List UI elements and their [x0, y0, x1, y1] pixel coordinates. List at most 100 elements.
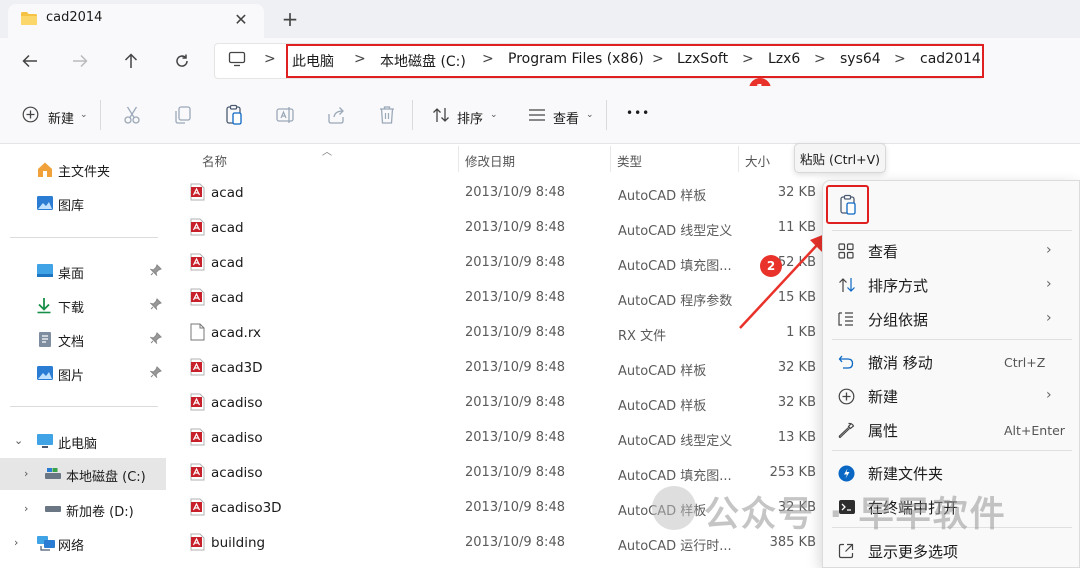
tab-title: cad2014	[46, 10, 103, 25]
sidebar-item-local-disk-c[interactable]: › 本地磁盘 (C:)	[0, 458, 166, 490]
autocad-file-icon	[190, 498, 205, 516]
refresh-button[interactable]	[168, 50, 196, 72]
breadcrumb-local-disk-c[interactable]: 本地磁盘 (C:)	[380, 51, 466, 71]
chevron-right-icon[interactable]: ›	[14, 536, 18, 549]
paste-tooltip: 粘贴 (Ctrl+V)	[794, 143, 886, 173]
sidebar-item-downloads[interactable]: 下载	[0, 290, 168, 320]
sort-button[interactable]: 排序	[457, 108, 483, 127]
toolbar-divider	[100, 100, 101, 130]
view-icon[interactable]	[528, 109, 546, 121]
breadcrumb-program-files-x86[interactable]: Program Files (x86)	[508, 51, 644, 67]
paste-icon[interactable]	[224, 104, 244, 126]
menu-item-view[interactable]: 查看 ›	[824, 234, 1078, 268]
file-size: 32 KB	[777, 185, 816, 200]
share-icon[interactable]	[326, 105, 346, 125]
copy-icon[interactable]	[173, 105, 193, 125]
autocad-file-icon	[190, 393, 205, 411]
menu-item-new[interactable]: 新建 ›	[824, 379, 1078, 413]
up-button[interactable]	[117, 50, 145, 72]
file-name: acad.rx	[211, 325, 262, 341]
pin-icon[interactable]	[150, 366, 162, 378]
breadcrumb-cad2014[interactable]: cad2014	[920, 51, 981, 67]
chevron-right-icon[interactable]: ›	[24, 467, 28, 480]
see-more-button[interactable]: •••	[626, 106, 650, 120]
menu-item-label: 分组依据	[868, 311, 929, 329]
breadcrumb-sys64[interactable]: sys64	[840, 51, 881, 67]
breadcrumb-lzxsoft[interactable]: LzxSoft	[677, 51, 728, 67]
sidebar-item-gallery[interactable]: 图库	[0, 188, 168, 218]
menu-item-sort-by[interactable]: 排序方式 ›	[824, 268, 1078, 302]
sidebar-item-desktop[interactable]: 桌面	[0, 256, 168, 286]
column-header-size[interactable]: 大小	[745, 151, 770, 170]
sidebar-item-new-volume-d[interactable]: › 新加卷 (D:)	[0, 494, 168, 524]
chevron-right-icon: ›	[1046, 310, 1052, 326]
new-button[interactable]: 新建	[48, 108, 74, 127]
sort-icon[interactable]	[432, 107, 450, 123]
menu-item-new-folder[interactable]: 新建文件夹	[824, 456, 1078, 490]
breadcrumb-separator[interactable]: >	[814, 51, 826, 67]
breadcrumb-separator[interactable]: >	[482, 51, 494, 67]
breadcrumb-separator[interactable]: >	[354, 51, 366, 67]
file-name: acad3D	[211, 360, 263, 376]
file-date: 2013/10/9 8:48	[465, 500, 565, 515]
menu-item-label: 显示更多选项	[868, 543, 959, 561]
chevron-right-icon[interactable]: ›	[24, 502, 28, 515]
tab-close-button[interactable]: ✕	[230, 8, 252, 30]
drive-icon	[44, 504, 62, 514]
file-date: 2013/10/9 8:48	[465, 290, 565, 305]
breadcrumb-this-pc[interactable]: 此电脑	[292, 51, 334, 71]
chevron-down-icon: ⌄	[80, 110, 88, 120]
sidebar-item-label: 网络	[58, 539, 85, 554]
pin-icon[interactable]	[150, 298, 162, 310]
documents-icon	[37, 331, 53, 348]
menu-divider	[832, 230, 1072, 231]
breadcrumb-separator[interactable]: >	[742, 51, 754, 67]
sidebar-item-this-pc[interactable]: ⌄ 此电脑	[0, 426, 168, 456]
delete-icon[interactable]	[378, 105, 396, 125]
cut-icon[interactable]	[122, 105, 142, 125]
file-size: 32 KB	[777, 360, 816, 375]
pin-icon[interactable]	[150, 264, 162, 276]
column-header-date[interactable]: 修改日期	[465, 151, 515, 170]
new-tab-button[interactable]: +	[278, 7, 302, 31]
back-button[interactable]	[16, 50, 44, 72]
column-separator[interactable]	[738, 146, 739, 172]
menu-item-group-by[interactable]: 分组依据 ›	[824, 302, 1078, 336]
computer-icon[interactable]	[228, 51, 246, 67]
menu-item-properties[interactable]: 属性 Alt+Enter	[824, 413, 1078, 447]
group-icon	[838, 311, 854, 327]
network-icon	[36, 535, 56, 551]
sidebar-item-label: 图片	[58, 369, 85, 384]
menu-item-show-more-options[interactable]: 显示更多选项	[824, 534, 1078, 568]
file-date: 2013/10/9 8:48	[465, 395, 565, 410]
sidebar-divider	[10, 237, 158, 238]
pin-icon[interactable]	[150, 332, 162, 344]
file-type: AutoCAD 填充图...	[618, 469, 732, 484]
chevron-down-icon[interactable]: ⌄	[14, 434, 23, 447]
menu-item-undo-move[interactable]: 撤消 移动 Ctrl+Z	[824, 345, 1078, 379]
column-header-name[interactable]: 名称	[202, 151, 227, 170]
autocad-file-icon	[190, 358, 205, 376]
view-button[interactable]: 查看	[553, 108, 579, 127]
file-date: 2013/10/9 8:48	[465, 255, 565, 270]
sidebar-item-pictures[interactable]: 图片	[0, 358, 168, 388]
column-header-type[interactable]: 类型	[617, 151, 642, 170]
blank-file-icon	[190, 323, 205, 341]
breadcrumb-separator[interactable]: >	[652, 51, 664, 67]
rename-icon[interactable]	[275, 105, 295, 125]
sidebar-item-label: 主文件夹	[58, 165, 111, 180]
sidebar-item-network[interactable]: › 网络	[0, 528, 168, 558]
sidebar-item-home[interactable]: 主文件夹	[0, 154, 168, 184]
breadcrumb-separator[interactable]: >	[894, 51, 906, 67]
breadcrumb-lzx6[interactable]: Lzx6	[768, 51, 800, 67]
sidebar-item-documents[interactable]: 文档	[0, 324, 168, 354]
new-plus-icon[interactable]	[22, 106, 39, 123]
up-arrow-icon	[124, 53, 138, 68]
context-paste-button[interactable]	[826, 185, 869, 224]
column-separator[interactable]	[458, 146, 459, 172]
forward-button[interactable]	[66, 50, 94, 72]
paste-icon	[839, 194, 856, 215]
file-name: acad	[211, 185, 244, 201]
forward-arrow-icon	[73, 54, 88, 68]
column-separator[interactable]	[610, 146, 611, 172]
